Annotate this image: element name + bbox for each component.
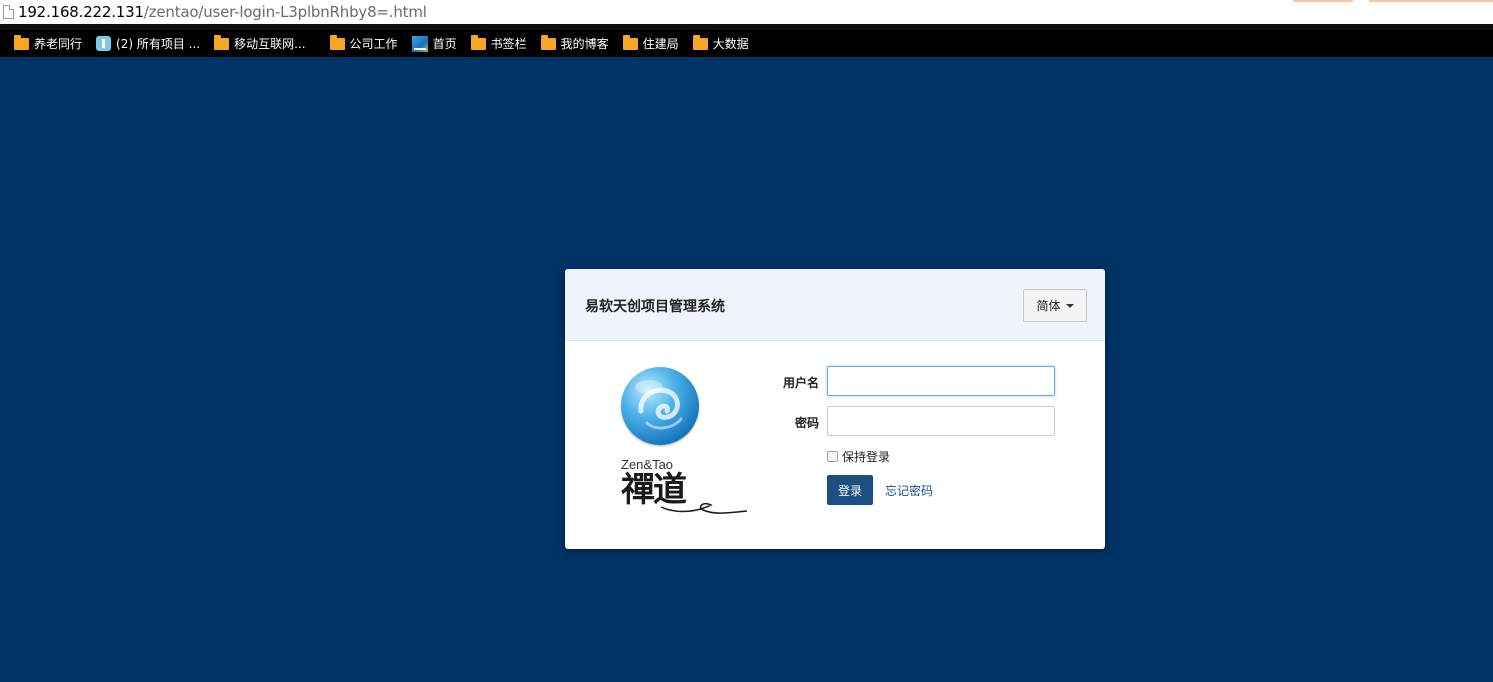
- globe-logo-icon: [621, 367, 699, 445]
- bookmark-label: 大数据: [712, 37, 749, 51]
- bookmark-item[interactable]: 书签栏: [470, 34, 527, 52]
- url-host: 192.168.222.131: [18, 3, 144, 21]
- page-icon: [3, 5, 14, 19]
- address-bar[interactable]: 192.168.222.131/zentao/user-login-L3plbn…: [0, 0, 1493, 24]
- tool-icon: [96, 36, 112, 51]
- bookmark-item[interactable]: 我的博客: [540, 34, 609, 52]
- bookmark-item[interactable]: (2) 所有项目 ...: [96, 35, 200, 52]
- bookmark-item[interactable]: 大数据: [692, 34, 749, 52]
- url-text[interactable]: 192.168.222.131/zentao/user-login-L3plbn…: [18, 3, 427, 21]
- bookmark-label: 住建局: [642, 37, 679, 51]
- folder-icon: [470, 34, 486, 50]
- folder-icon: [14, 34, 29, 50]
- bookmark-label: 书签栏: [490, 37, 527, 51]
- bookmarks-bar: 养老同行 (2) 所有项目 ... 移动互联网... 公司工作 首页 书签栏 我…: [0, 24, 1493, 57]
- system-title: 易软天创项目管理系统: [585, 299, 725, 315]
- bookmark-item[interactable]: 首页: [411, 35, 457, 52]
- folder-icon: [622, 34, 638, 50]
- remember-login-checkbox[interactable]: [827, 451, 838, 462]
- language-label: 简体: [1036, 299, 1061, 313]
- remember-login-row[interactable]: 保持登录: [827, 448, 890, 465]
- bookmark-item[interactable]: 公司工作: [329, 34, 398, 52]
- folder-icon: [329, 34, 345, 50]
- password-label: 密码: [794, 416, 819, 430]
- bookmark-item[interactable]: 养老同行: [14, 34, 83, 52]
- username-input[interactable]: [827, 366, 1055, 396]
- bookmark-label: 养老同行: [34, 37, 83, 51]
- bookmark-label: 公司工作: [349, 37, 398, 51]
- ui-icon: [411, 35, 428, 52]
- remember-login-label: 保持登录: [842, 450, 891, 464]
- bookmark-item[interactable]: 移动互联网...: [214, 34, 306, 52]
- login-panel: 易软天创项目管理系统 简体 Zen&Tao 禪道 用户名 密码 保持登录 登录 …: [565, 269, 1105, 549]
- login-button[interactable]: 登录: [827, 475, 873, 505]
- zentao-logo: Zen&Tao 禪道: [619, 365, 748, 515]
- bookmark-item[interactable]: 住建局: [622, 34, 679, 52]
- tab-accent: [1293, 0, 1493, 2]
- username-label: 用户名: [782, 376, 819, 390]
- bookmark-label: (2) 所有项目 ...: [116, 37, 201, 51]
- folder-icon: [214, 34, 230, 50]
- password-input[interactable]: [827, 406, 1055, 436]
- forgot-password-link[interactable]: 忘记密码: [885, 482, 933, 499]
- caret-down-icon: [1065, 303, 1074, 308]
- bookmark-label: 我的博客: [560, 37, 609, 51]
- bookmark-label: 首页: [432, 37, 457, 51]
- folder-icon: [692, 34, 708, 50]
- logo-swirl-icon: [660, 502, 748, 514]
- bookmark-label: 移动互联网...: [234, 37, 306, 51]
- login-panel-header: 易软天创项目管理系统 简体: [565, 269, 1105, 341]
- folder-icon: [540, 34, 556, 50]
- url-path: /zentao/user-login-L3plbnRhby8=.html: [143, 3, 427, 21]
- language-dropdown[interactable]: 简体: [1023, 289, 1087, 322]
